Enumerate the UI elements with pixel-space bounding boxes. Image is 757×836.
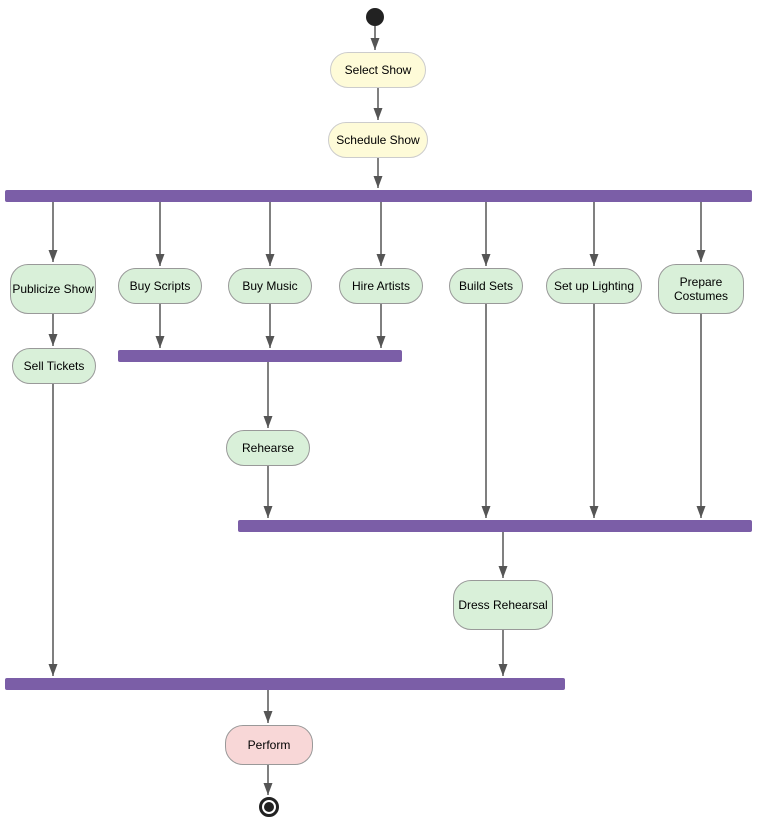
rehearse-node: Rehearse xyxy=(226,430,310,466)
buy-scripts-node: Buy Scripts xyxy=(118,268,202,304)
sync-bar-3 xyxy=(238,520,752,532)
perform-node: Perform xyxy=(225,725,313,765)
sync-bar-1 xyxy=(5,190,752,202)
set-up-lighting-node: Set up Lighting xyxy=(546,268,642,304)
buy-music-node: Buy Music xyxy=(228,268,312,304)
initial-node xyxy=(366,8,384,26)
build-sets-node: Build Sets xyxy=(449,268,523,304)
prepare-costumes-node: Prepare Costumes xyxy=(658,264,744,314)
select-show-node: Select Show xyxy=(330,52,426,88)
activity-diagram: Select Show Schedule Show Publicize Show… xyxy=(0,0,757,836)
sync-bar-4 xyxy=(5,678,565,690)
sell-tickets-node: Sell Tickets xyxy=(12,348,96,384)
schedule-show-node: Schedule Show xyxy=(328,122,428,158)
dress-rehearsal-node: Dress Rehearsal xyxy=(453,580,553,630)
hire-artists-node: Hire Artists xyxy=(339,268,423,304)
publicize-show-node: Publicize Show xyxy=(10,264,96,314)
sync-bar-2 xyxy=(118,350,402,362)
final-inner xyxy=(264,802,274,812)
final-node xyxy=(259,797,279,817)
